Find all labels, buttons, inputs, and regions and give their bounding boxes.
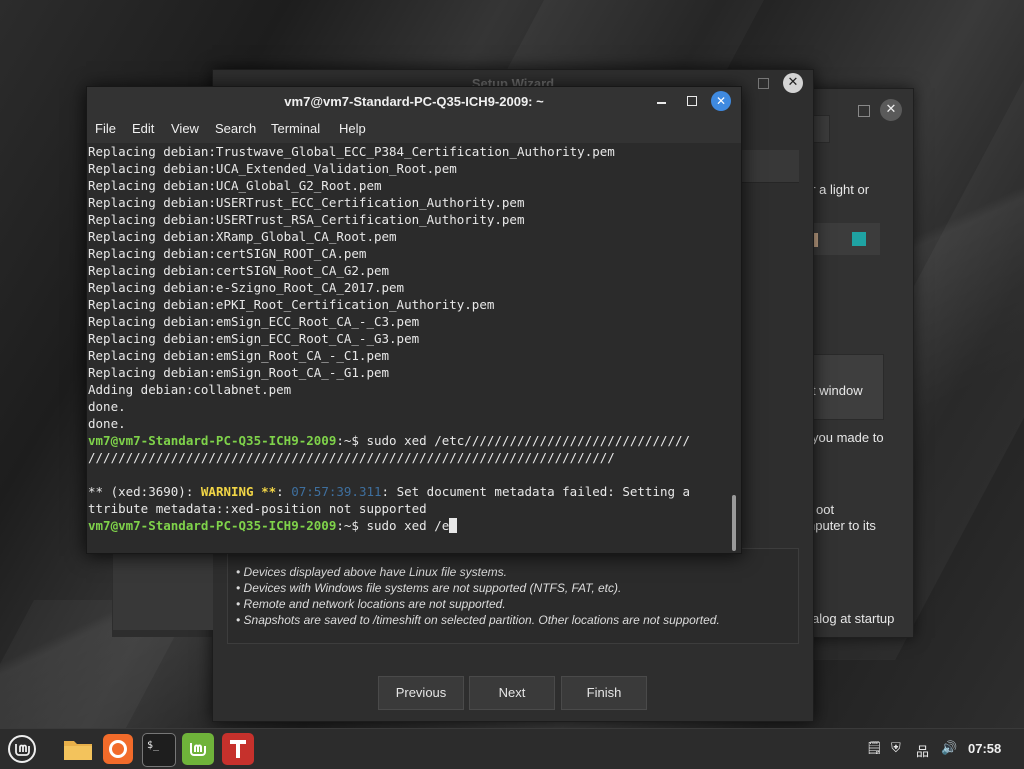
warning-colon: :: [276, 484, 292, 499]
note-line: • Devices with Windows file systems are …: [236, 581, 622, 595]
timeshift-icon[interactable]: [222, 733, 254, 765]
mintupdate-icon[interactable]: [182, 733, 214, 765]
menu-view[interactable]: View: [171, 121, 199, 136]
firefox-icon[interactable]: [102, 733, 134, 765]
output-line: Replacing debian:ePKI_Root_Certification…: [88, 297, 495, 312]
output-line: Replacing debian:USERTrust_ECC_Certifica…: [88, 195, 525, 210]
terminal-window: vm7@vm7-Standard-PC-Q35-ICH9-2009: ~ ✕ F…: [86, 86, 742, 554]
maximize-icon[interactable]: [687, 96, 697, 106]
output-line: Replacing debian:certSIGN_ROOT_CA.pem: [88, 246, 367, 261]
output-line: done.: [88, 399, 126, 414]
window-button-label: t window: [812, 383, 863, 398]
text-cursor: [449, 518, 458, 533]
previous-button[interactable]: Previous: [378, 676, 464, 710]
volume-icon[interactable]: 🔊: [941, 741, 957, 756]
output-line: Adding debian:collabnet.pem: [88, 382, 292, 397]
prompt-user: vm7@vm7-Standard-PC-Q35-ICH9-2009: [88, 518, 337, 533]
menu-search[interactable]: Search: [215, 121, 256, 136]
notes-panel: • Devices displayed above have Linux fil…: [227, 548, 799, 644]
minimize-icon[interactable]: [657, 102, 666, 104]
startup-dialog-label[interactable]: alog at startup: [812, 611, 894, 626]
files-icon[interactable]: [62, 733, 94, 765]
prompt-suffix: :~$: [336, 433, 367, 448]
scrollbar[interactable]: [732, 495, 736, 551]
close-icon[interactable]: ✕: [711, 91, 731, 111]
warning-timestamp: 07:57:39.311: [291, 484, 382, 499]
terminal-output[interactable]: Replacing debian:Trustwave_Global_ECC_P3…: [87, 143, 741, 553]
color-swatch-teal[interactable]: [852, 232, 866, 246]
welcome-text: oot: [816, 502, 835, 517]
command-input[interactable]: sudo xed /e: [366, 518, 449, 533]
prompt-suffix: :~$: [336, 518, 367, 533]
notification-icon[interactable]: 🗒: [866, 741, 883, 756]
command-text: sudo xed /etc///////////////////////////…: [366, 433, 691, 448]
output-line: Replacing debian:emSign_Root_CA_-_G1.pem: [88, 365, 390, 380]
finish-button[interactable]: Finish: [561, 676, 647, 710]
output-line: Replacing debian:emSign_ECC_Root_CA_-_C3…: [88, 314, 420, 329]
prompt-line[interactable]: vm7@vm7-Standard-PC-Q35-ICH9-2009:~$ sud…: [88, 517, 458, 534]
menu-file[interactable]: File: [95, 121, 116, 136]
maximize-icon[interactable]: [758, 78, 769, 89]
output-line: Replacing debian:certSIGN_Root_CA_G2.pem: [88, 263, 390, 278]
prompt-line: vm7@vm7-Standard-PC-Q35-ICH9-2009:~$ sud…: [88, 432, 690, 449]
output-line: Replacing debian:UCA_Global_G2_Root.pem: [88, 178, 382, 193]
output-line: Replacing debian:emSign_Root_CA_-_C1.pem: [88, 348, 390, 363]
prompt-user: vm7@vm7-Standard-PC-Q35-ICH9-2009: [88, 433, 337, 448]
next-button[interactable]: Next: [469, 676, 555, 710]
taskbar: $_ 🗒 ⛨ 品 🔊 07:58: [0, 728, 1024, 769]
window-title: vm7@vm7-Standard-PC-Q35-ICH9-2009: ~: [284, 94, 544, 109]
output-line: Replacing debian:Trustwave_Global_ECC_P3…: [88, 144, 615, 159]
network-icon[interactable]: 品: [916, 741, 929, 760]
warning-label: WARNING **: [200, 484, 277, 499]
note-line: • Snapshots are saved to /timeshift on s…: [236, 613, 720, 627]
menu-help[interactable]: Help: [339, 121, 366, 136]
welcome-text: you made to: [812, 430, 884, 445]
welcome-text: nputer to its: [808, 518, 876, 533]
shield-icon[interactable]: ⛨: [891, 741, 901, 756]
close-icon[interactable]: ✕: [880, 99, 902, 121]
output-line: Replacing debian:XRamp_Global_CA_Root.pe…: [88, 229, 397, 244]
output-line: Replacing debian:e-Szigno_Root_CA_2017.p…: [88, 280, 405, 295]
clock[interactable]: 07:58: [968, 741, 1001, 756]
terminal-icon[interactable]: $_: [142, 733, 176, 767]
menu-edit[interactable]: Edit: [132, 121, 154, 136]
output-line: Replacing debian:emSign_ECC_Root_CA_-_G3…: [88, 331, 420, 346]
warning-message: : Set document metadata failed: Setting …: [381, 484, 691, 499]
output-line: Replacing debian:USERTrust_RSA_Certifica…: [88, 212, 525, 227]
mint-menu-icon[interactable]: [6, 733, 38, 765]
menu-terminal[interactable]: Terminal: [271, 121, 320, 136]
maximize-icon[interactable]: [858, 105, 870, 117]
warning-line: ** (xed:3690): WARNING **: 07:57:39.311:…: [88, 483, 690, 500]
warning-prefix: ** (xed:3690):: [88, 484, 201, 499]
menu-bar: File Edit View Search Terminal Help: [87, 119, 741, 141]
welcome-window: ✕ Refresh er a light or t window you mad…: [112, 88, 914, 638]
close-icon[interactable]: ✕: [783, 73, 803, 93]
warning-line: ttribute metadata::xed-position not supp…: [88, 501, 427, 516]
note-line: • Remote and network locations are not s…: [236, 597, 506, 611]
output-line: Replacing debian:UCA_Extended_Validation…: [88, 161, 457, 176]
header-panel: [739, 150, 799, 183]
svg-text:$_: $_: [147, 740, 160, 751]
command-continuation: ////////////////////////////////////////…: [88, 450, 615, 465]
note-line: • Devices displayed above have Linux fil…: [236, 565, 508, 579]
output-line: done.: [88, 416, 126, 431]
